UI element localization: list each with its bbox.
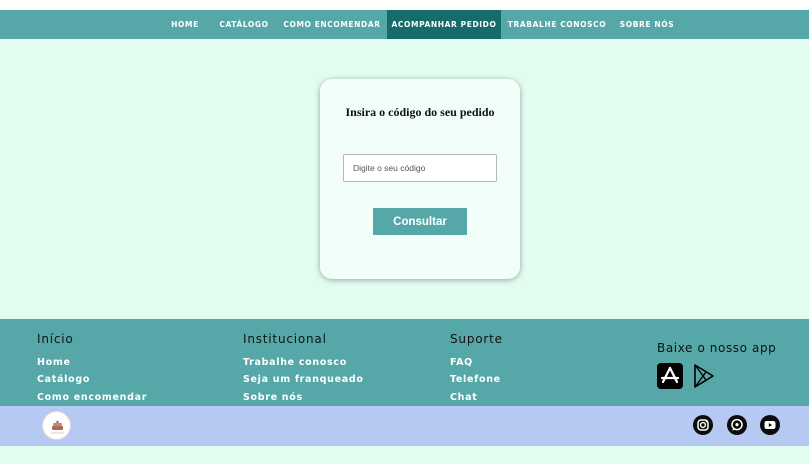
top-strip: [0, 0, 809, 10]
footer: Início Home Catálogo Como encomendar Ins…: [0, 319, 809, 406]
nav-item-como-encomendar[interactable]: COMO ENCOMENDAR: [280, 10, 384, 39]
nav-item-sobre-nos[interactable]: SOBRE NÓS: [614, 10, 680, 39]
whatsapp-icon[interactable]: [727, 415, 747, 435]
order-tracking-card: Insira o código do seu pedido Consultar: [320, 79, 520, 279]
order-code-input[interactable]: [343, 154, 497, 182]
footer-heading-suporte: Suporte: [450, 332, 503, 346]
download-app-title: Baixe o nosso app: [657, 341, 777, 355]
consult-button[interactable]: Consultar: [373, 208, 467, 235]
youtube-icon[interactable]: [760, 415, 780, 435]
nav-item-acompanhar-pedido[interactable]: ACOMPANHAR PEDIDO: [387, 10, 501, 39]
footer-heading-institucional: Institucional: [243, 332, 327, 346]
footer-link-faq[interactable]: FAQ: [450, 357, 473, 368]
nav-item-trabalhe-conosco[interactable]: TRABALHE CONOSCO: [504, 10, 610, 39]
nav-item-home[interactable]: HOME: [162, 10, 208, 39]
brand-logo[interactable]: [42, 411, 71, 440]
nav-item-catalogo[interactable]: CATÁLOGO: [212, 10, 276, 39]
app-store-icon[interactable]: [657, 363, 683, 389]
footer-link-trabalhe-conosco[interactable]: Trabalhe conosco: [243, 357, 347, 368]
google-play-icon[interactable]: [690, 363, 716, 389]
bottom-bar: [0, 406, 809, 446]
footer-link-sobre-nos[interactable]: Sobre nós: [243, 392, 303, 403]
tracking-title: Insira o código do seu pedido: [345, 105, 495, 119]
footer-link-como-encomendar[interactable]: Como encomendar: [37, 392, 147, 403]
footer-link-telefone[interactable]: Telefone: [450, 374, 501, 385]
footer-link-home[interactable]: Home: [37, 357, 71, 368]
footer-heading-inicio: Início: [37, 332, 74, 346]
main-navbar: HOME CATÁLOGO COMO ENCOMENDAR ACOMPANHAR…: [0, 10, 809, 39]
footer-link-catalogo[interactable]: Catálogo: [37, 374, 90, 385]
footer-link-seja-franqueado[interactable]: Seja um franqueado: [243, 374, 364, 385]
footer-link-chat[interactable]: Chat: [450, 392, 478, 403]
instagram-icon[interactable]: [693, 415, 713, 435]
